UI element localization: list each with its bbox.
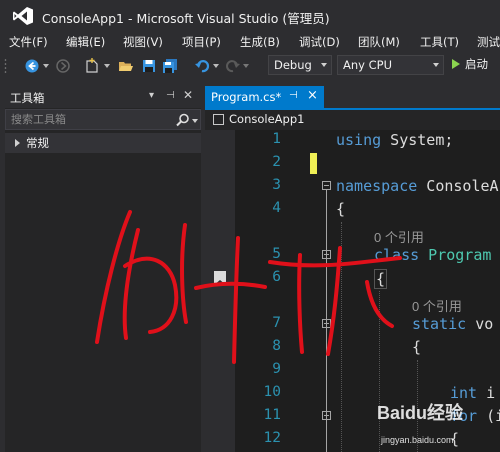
project-dropdown[interactable]: ConsoleApp1 [229, 112, 304, 126]
window-title: ConsoleApp1 - Microsoft Visual Studio (管… [42, 11, 330, 26]
line-number: 7 [272, 315, 281, 331]
bookmark-icon [214, 271, 226, 285]
visual-studio-logo-icon [13, 7, 33, 25]
document-tab-well: Program.cs* ⊣ × [205, 86, 500, 108]
undo-icon[interactable] [194, 58, 210, 74]
project-icon [213, 114, 224, 125]
code-text: System; [381, 131, 454, 149]
start-label: 启动 [465, 57, 488, 71]
save-icon[interactable] [141, 58, 157, 74]
toolbox-panel: 工具箱 ▾ ⊣ ✕ 常规 [5, 86, 201, 452]
close-icon[interactable]: × [307, 88, 318, 103]
code-text: vo [466, 315, 494, 333]
window-position-icon[interactable]: ▾ [149, 90, 154, 101]
line-number: 6 [272, 269, 281, 285]
code-line-6: { [374, 269, 388, 289]
solution-configuration-select[interactable]: Debug [268, 55, 332, 75]
toolbox-search-input[interactable] [11, 112, 161, 127]
standard-toolbar: Debug Any CPU 启动 [0, 54, 500, 78]
line-number: 10 [263, 384, 281, 400]
configuration-value: Debug [274, 58, 312, 72]
chevron-down-icon [433, 63, 439, 67]
line-number: 3 [272, 177, 281, 193]
chevron-down-icon [321, 63, 327, 67]
new-project-icon[interactable] [84, 58, 100, 74]
open-file-icon[interactable] [118, 58, 134, 74]
redo-dropdown-icon[interactable] [243, 64, 249, 68]
code-line-8: { [412, 338, 422, 356]
platform-value: Any CPU [343, 58, 392, 72]
undo-dropdown-icon[interactable] [213, 64, 219, 68]
expand-arrow-icon [15, 139, 20, 147]
indent-guide [341, 222, 342, 452]
codelens-references[interactable]: 0 个引用 [412, 296, 462, 315]
solution-platform-select[interactable]: Any CPU [337, 55, 444, 75]
line-number: 9 [272, 361, 281, 377]
type-name: Program [419, 246, 492, 264]
pin-icon[interactable]: ⊣ [289, 90, 298, 101]
line-number: 12 [263, 430, 281, 446]
indicator-margin [205, 130, 235, 452]
line-number: 5 [272, 246, 281, 262]
keyword: namespace [336, 177, 418, 195]
code-line-4: { [336, 200, 346, 218]
menu-bar: 文件(F) 编辑(E) 视图(V) 项目(P) 生成(B) 调试(D) 团队(M… [0, 32, 500, 54]
menu-build[interactable]: 生成(B) [240, 34, 280, 50]
tab-program-cs[interactable]: Program.cs* ⊣ × [205, 86, 324, 108]
menu-team[interactable]: 团队(M) [358, 34, 400, 50]
menu-file[interactable]: 文件(F) [9, 34, 48, 50]
back-dropdown-icon[interactable] [43, 64, 49, 68]
title-bar: ConsoleApp1 - Microsoft Visual Studio (管… [0, 0, 500, 32]
search-options-dropdown-icon[interactable] [192, 119, 198, 123]
menu-project[interactable]: 项目(P) [182, 34, 221, 50]
navigate-back-icon[interactable] [24, 58, 40, 74]
code-text: ConsoleA [417, 177, 499, 195]
line-number: 2 [272, 154, 281, 170]
save-all-icon[interactable] [162, 58, 178, 74]
redo-icon[interactable] [225, 58, 241, 74]
line-number: 4 [272, 200, 281, 216]
line-number: 8 [272, 338, 281, 354]
code-line-1: using System; [336, 131, 453, 149]
collapse-icon[interactable] [322, 181, 331, 190]
toolbox-header: 工具箱 ▾ ⊣ ✕ [5, 86, 201, 108]
pin-icon[interactable]: ⊣ [166, 90, 175, 101]
menu-tools[interactable]: 工具(T) [420, 34, 459, 50]
new-dropdown-icon[interactable] [104, 64, 110, 68]
search-icon[interactable] [176, 113, 190, 127]
menu-view[interactable]: 视图(V) [123, 34, 163, 50]
menu-edit[interactable]: 编辑(E) [66, 34, 105, 50]
watermark: Baidu经验 jingyan.baidu.com [377, 393, 497, 451]
toolbox-group-label: 常规 [26, 136, 49, 150]
watermark-logo: Baidu经验 [377, 403, 464, 423]
toolbox-title: 工具箱 [10, 91, 45, 105]
navigation-bar: ConsoleApp1 [205, 110, 500, 130]
collapse-icon[interactable] [322, 411, 331, 420]
collapse-icon[interactable] [322, 319, 331, 328]
line-number: 1 [272, 131, 281, 147]
keyword: class [374, 246, 420, 264]
toolbar-grip-icon [4, 59, 7, 73]
keyword: static [412, 315, 467, 333]
start-debugging-button[interactable]: 启动 [452, 56, 488, 72]
menu-debug[interactable]: 调试(D) [299, 34, 340, 50]
line-number: 11 [263, 407, 281, 423]
play-icon [452, 59, 460, 69]
code-line-7: static vo [412, 315, 493, 333]
codelens-references[interactable]: 0 个引用 [374, 227, 424, 246]
code-line-3: namespace ConsoleA [336, 177, 499, 195]
tab-label: Program.cs* [211, 90, 282, 104]
collapse-icon[interactable] [322, 250, 331, 259]
toolbox-group-general[interactable]: 常规 [5, 133, 201, 153]
change-indicator [310, 153, 317, 174]
code-line-5: class Program [374, 246, 491, 264]
menu-test[interactable]: 测试 [477, 34, 500, 50]
navigate-forward-icon[interactable] [55, 58, 71, 74]
keyword: using [336, 131, 382, 149]
watermark-url: jingyan.baidu.com [381, 435, 454, 445]
close-icon[interactable]: ✕ [183, 88, 193, 102]
toolbox-search[interactable] [5, 109, 201, 130]
